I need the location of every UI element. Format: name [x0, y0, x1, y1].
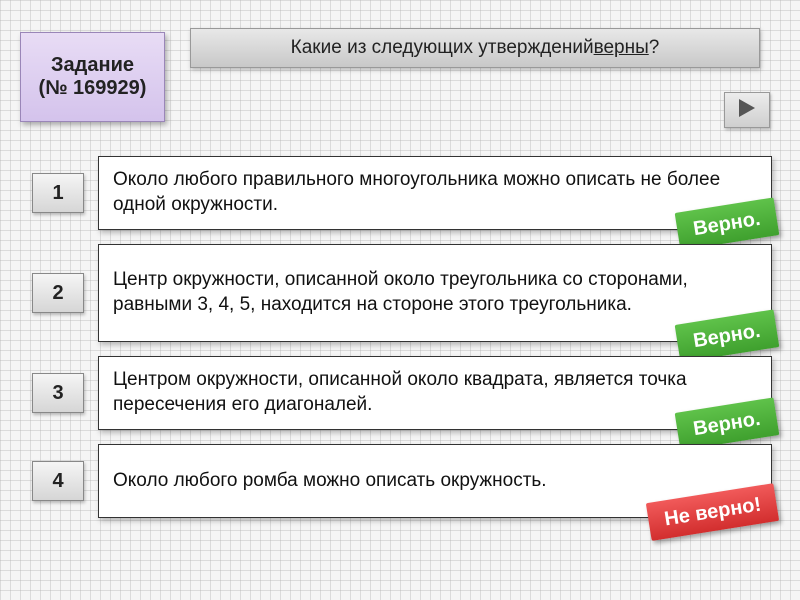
option-text: Около любого ромба можно описать окружно… — [113, 469, 547, 494]
option-row: 1 Около любого правильного многоугольник… — [32, 156, 772, 230]
option-text: Центром окружности, описанной около квад… — [113, 368, 757, 417]
question-suffix: ? — [649, 37, 660, 59]
task-number: (№ 169929) — [39, 77, 147, 100]
result-badge-wrong: Не верно! — [645, 483, 779, 541]
next-button[interactable] — [724, 92, 770, 128]
option-text-box: Центр окружности, описанной около треуго… — [98, 244, 772, 342]
option-text: Центр окружности, описанной около треуго… — [113, 268, 757, 317]
question-emphasis: верны — [594, 37, 649, 59]
arrow-right-icon — [735, 96, 759, 125]
option-number-button-1[interactable]: 1 — [32, 173, 84, 213]
option-row: 2 Центр окружности, описанной около треу… — [32, 244, 772, 342]
option-text-box: Центром окружности, описанной около квад… — [98, 356, 772, 430]
option-number-button-2[interactable]: 2 — [32, 273, 84, 313]
option-number-button-4[interactable]: 4 — [32, 461, 84, 501]
option-text: Около любого правильного многоугольника … — [113, 168, 757, 217]
task-label: Задание — [51, 54, 134, 77]
question-bar: Какие из следующих утверждений верны ? — [190, 28, 760, 68]
task-box: Задание (№ 169929) — [20, 32, 165, 122]
option-text-box: Около любого ромба можно описать окружно… — [98, 444, 772, 518]
option-row: 4 Около любого ромба можно описать окруж… — [32, 444, 772, 518]
option-text-box: Около любого правильного многоугольника … — [98, 156, 772, 230]
option-row: 3 Центром окружности, описанной около кв… — [32, 356, 772, 430]
option-number-button-3[interactable]: 3 — [32, 373, 84, 413]
question-prefix: Какие из следующих утверждений — [291, 37, 594, 59]
